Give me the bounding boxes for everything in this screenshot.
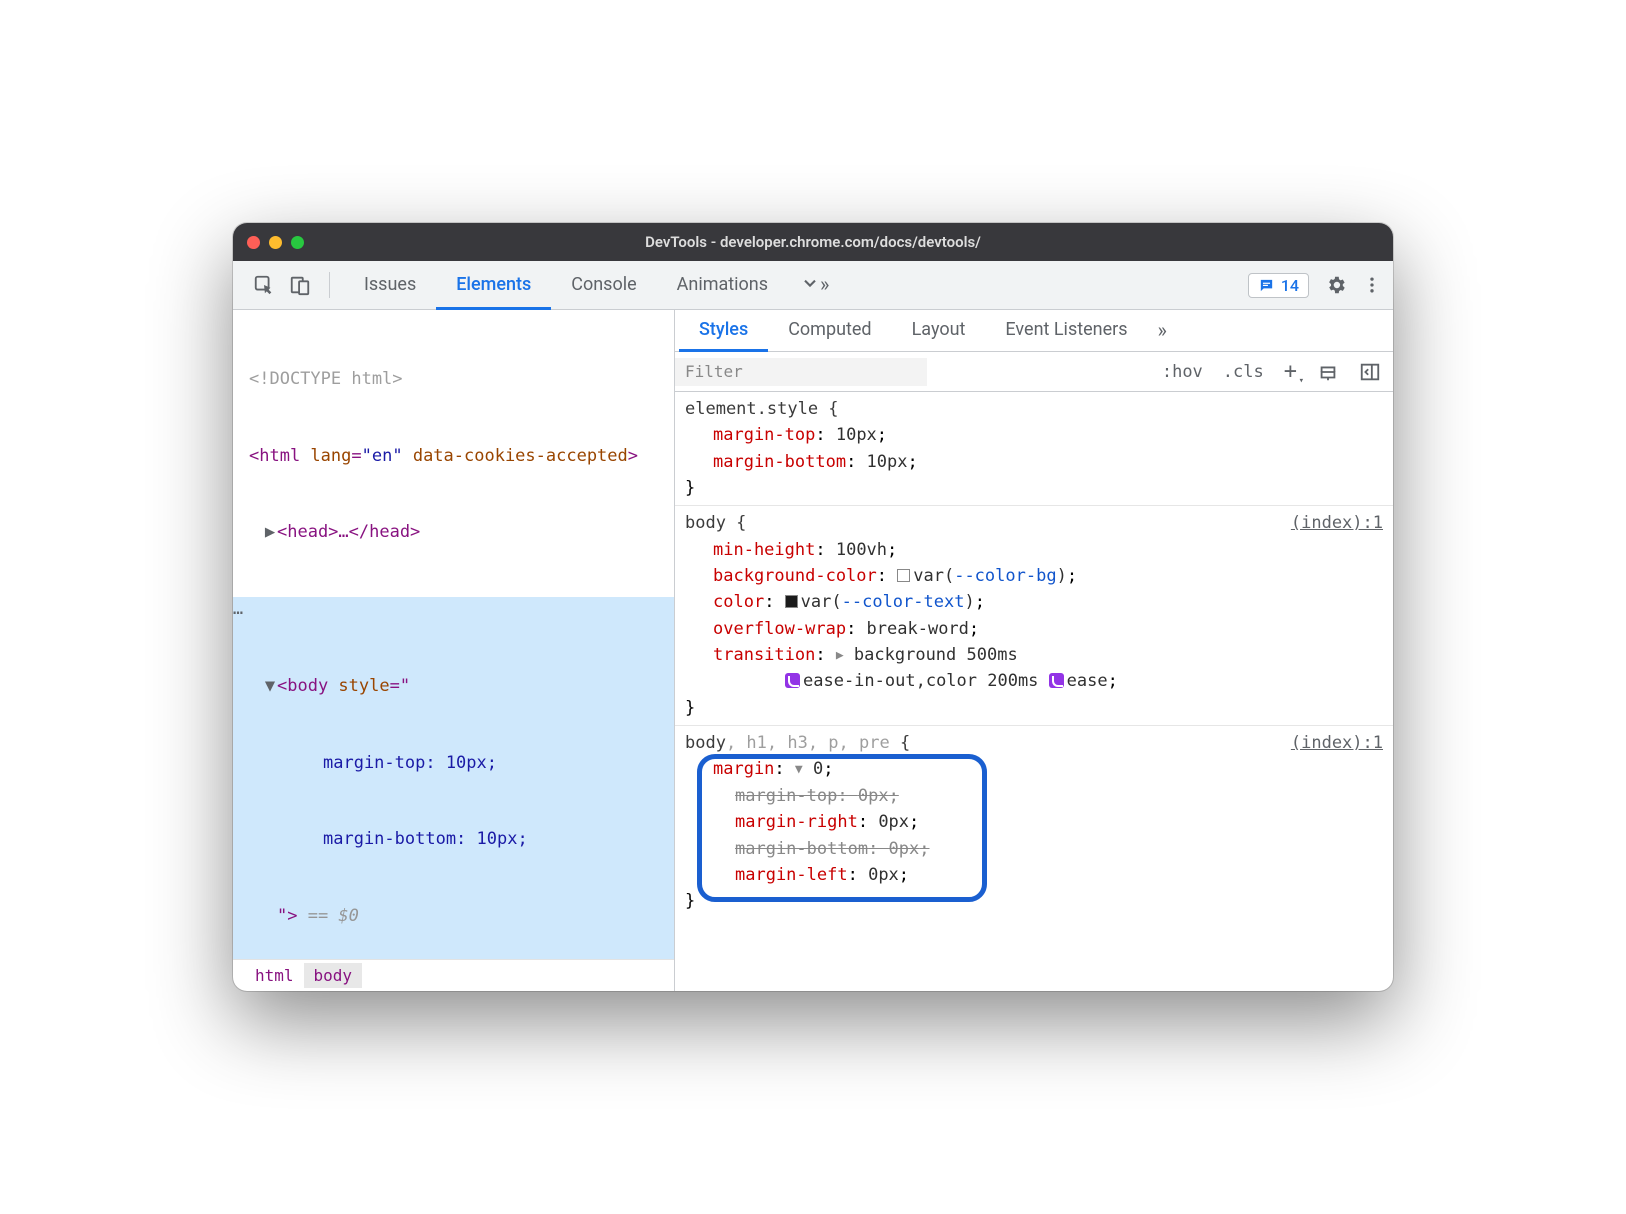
styles-filter-row: :hov .cls +▾ bbox=[675, 352, 1393, 392]
bezier-editor-icon[interactable] bbox=[1049, 673, 1064, 688]
breadcrumb-body[interactable]: body bbox=[304, 963, 363, 988]
settings-gear-icon[interactable] bbox=[1321, 270, 1351, 300]
window-title: DevTools - developer.chrome.com/docs/dev… bbox=[233, 233, 1393, 251]
zoom-window-button[interactable] bbox=[291, 236, 304, 249]
inspect-element-icon[interactable] bbox=[249, 270, 279, 300]
toolbar-separator bbox=[329, 272, 330, 298]
issues-count: 14 bbox=[1281, 276, 1299, 295]
rule-body[interactable]: (index):1 body { min-height: 100vh; back… bbox=[675, 506, 1393, 726]
styles-rules[interactable]: element.style { margin-top: 10px; margin… bbox=[675, 392, 1393, 991]
message-icon bbox=[1258, 277, 1275, 294]
styles-tabs-overflow-icon[interactable]: » bbox=[1148, 311, 1177, 352]
cls-toggle[interactable]: .cls bbox=[1217, 359, 1270, 385]
doctype-node: <!DOCTYPE html> bbox=[249, 369, 403, 389]
tab-event-listeners[interactable]: Event Listeners bbox=[985, 311, 1147, 352]
device-toolbar-icon[interactable] bbox=[285, 270, 315, 300]
source-link[interactable]: (index):1 bbox=[1291, 510, 1383, 536]
kebab-menu-icon[interactable] bbox=[1357, 270, 1387, 300]
rule-element-style[interactable]: element.style { margin-top: 10px; margin… bbox=[675, 392, 1393, 506]
tab-issues[interactable]: Issues bbox=[344, 261, 436, 310]
titlebar: DevTools - developer.chrome.com/docs/dev… bbox=[233, 223, 1393, 261]
issues-badge[interactable]: 14 bbox=[1248, 273, 1309, 298]
new-style-rule-icon[interactable]: +▾ bbox=[1278, 356, 1303, 387]
elements-panel: <!DOCTYPE html> <html lang="en" data-coo… bbox=[233, 310, 675, 991]
hov-toggle[interactable]: :hov bbox=[1156, 359, 1209, 385]
styles-panel: Styles Computed Layout Event Listeners »… bbox=[675, 310, 1393, 991]
main-toolbar: Issues Elements Console Animations » 14 bbox=[233, 261, 1393, 310]
dom-tree[interactable]: <!DOCTYPE html> <html lang="en" data-coo… bbox=[233, 310, 674, 959]
tab-console[interactable]: Console bbox=[551, 261, 656, 310]
paint-flashing-icon[interactable] bbox=[1311, 358, 1345, 386]
tabs-overflow-icon[interactable]: » bbox=[788, 261, 841, 310]
minimize-window-button[interactable] bbox=[269, 236, 282, 249]
breadcrumb: html body bbox=[233, 959, 674, 991]
html-open-node[interactable]: <html lang="en" data-cookies-accepted> bbox=[233, 444, 674, 470]
color-swatch-icon[interactable] bbox=[785, 595, 798, 608]
rule-body-reset[interactable]: (index):1 body, h1, h3, p, pre { margin:… bbox=[675, 726, 1393, 918]
breadcrumb-html[interactable]: html bbox=[245, 963, 304, 988]
close-window-button[interactable] bbox=[247, 236, 260, 249]
tab-animations[interactable]: Animations bbox=[657, 261, 788, 310]
source-link[interactable]: (index):1 bbox=[1291, 730, 1383, 756]
head-node[interactable]: ▶<head>…</head> bbox=[233, 520, 674, 546]
styles-tabs: Styles Computed Layout Event Listeners » bbox=[675, 310, 1393, 352]
bezier-editor-icon[interactable] bbox=[785, 673, 800, 688]
tab-styles[interactable]: Styles bbox=[679, 311, 768, 352]
styles-filter-input[interactable] bbox=[675, 358, 927, 386]
window-controls bbox=[247, 236, 304, 249]
tab-computed[interactable]: Computed bbox=[768, 311, 891, 352]
tab-layout[interactable]: Layout bbox=[892, 311, 986, 352]
devtools-window: DevTools - developer.chrome.com/docs/dev… bbox=[233, 223, 1393, 991]
ellipsis-icon: ⋯ bbox=[233, 601, 241, 627]
tab-elements[interactable]: Elements bbox=[436, 261, 551, 310]
body-node-selected[interactable]: ⋯ ▼<body style=" margin-top: 10px; margi… bbox=[233, 597, 674, 960]
color-swatch-icon[interactable] bbox=[897, 569, 910, 582]
computed-sidebar-toggle-icon[interactable] bbox=[1353, 358, 1387, 386]
main-tabs: Issues Elements Console Animations » bbox=[344, 261, 841, 309]
